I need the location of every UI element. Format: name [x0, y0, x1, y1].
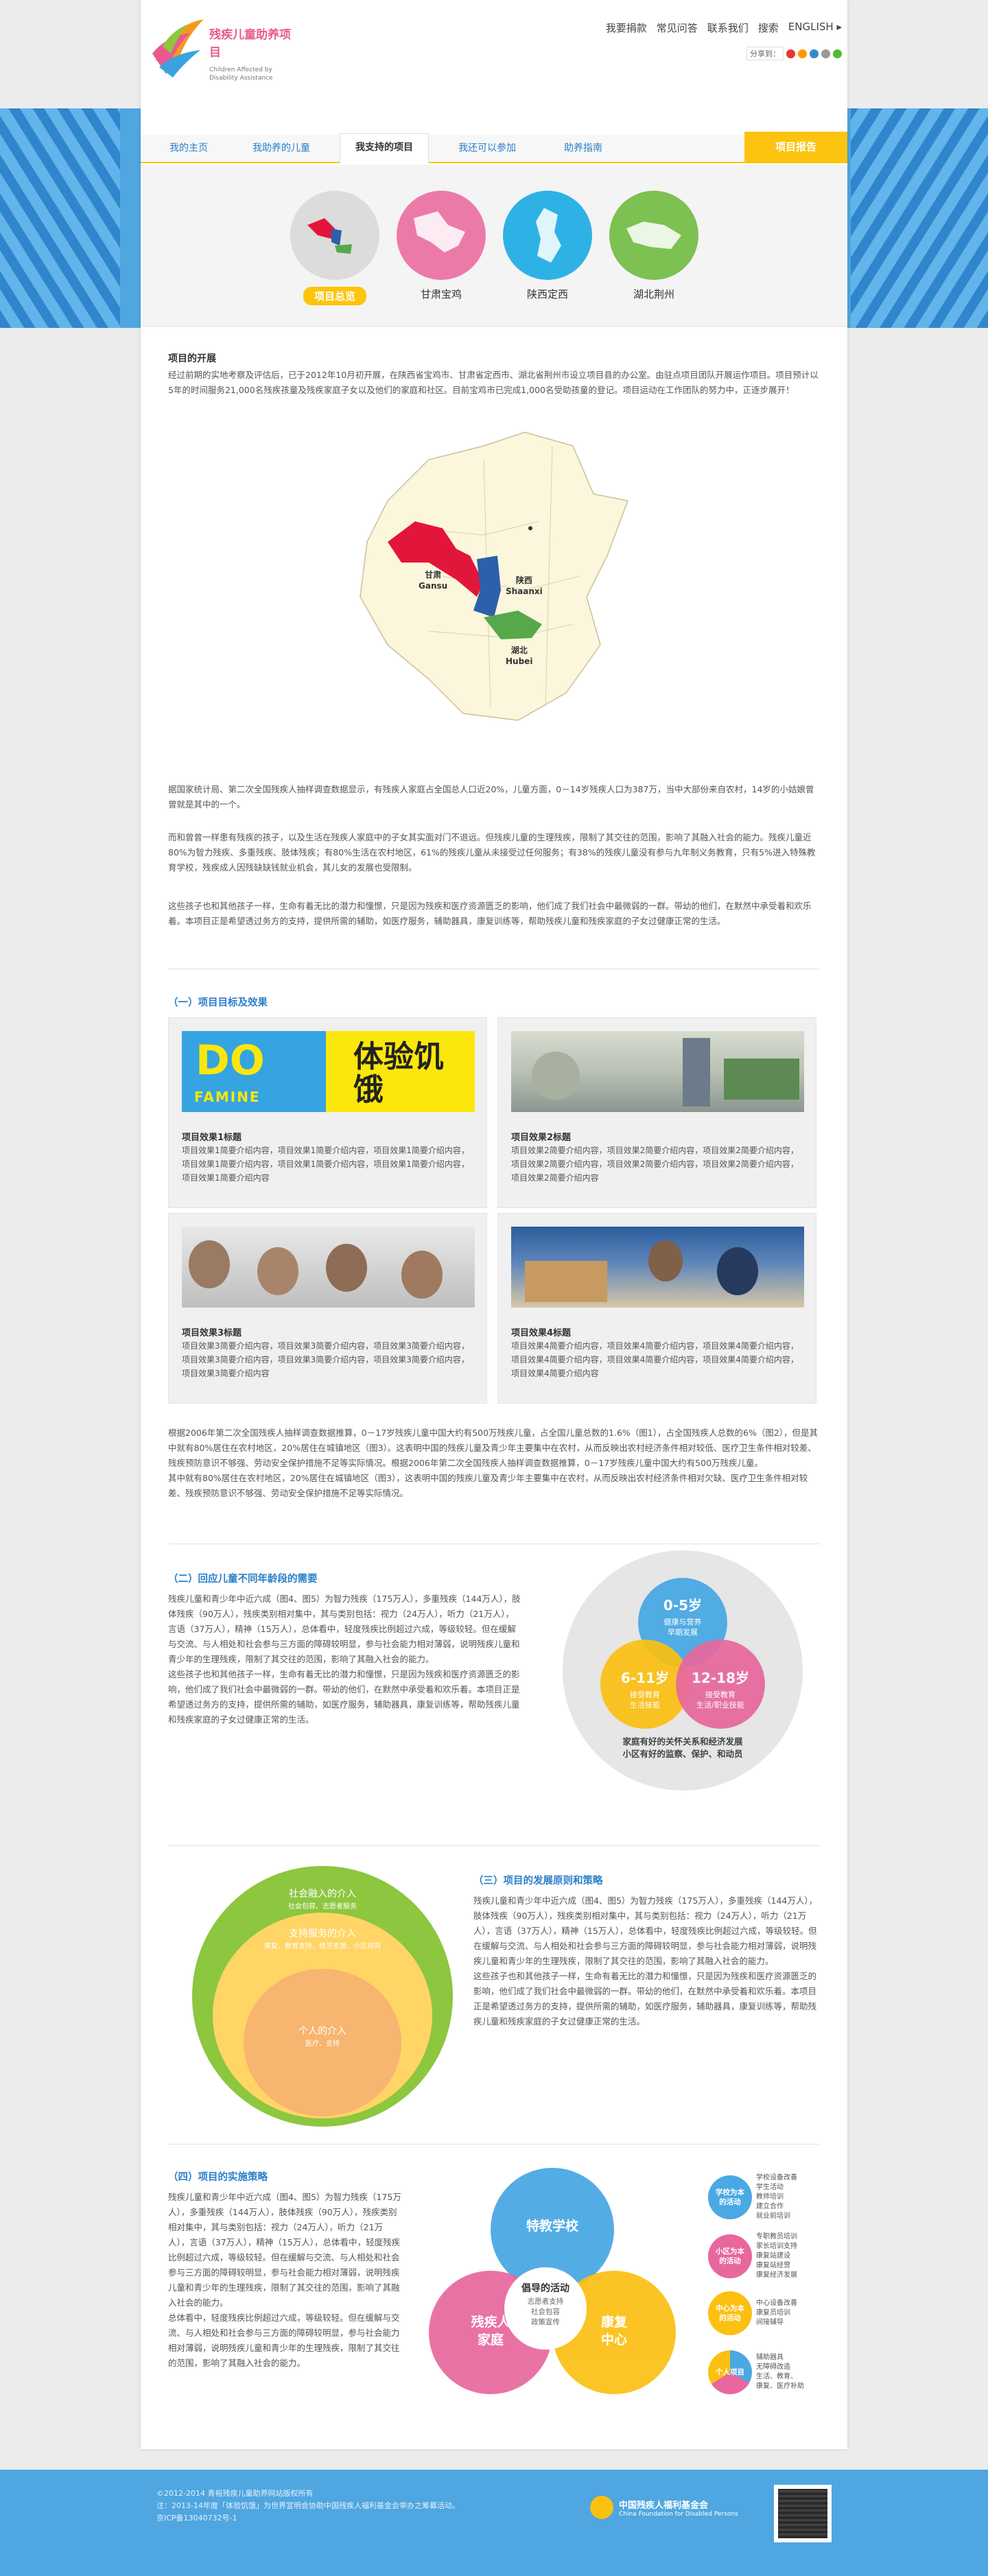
effect-card-4[interactable]: 项目效果4标题 项目效果4简要介绍内容，项目效果4简要介绍内容，项目效果4简要介… [497, 1213, 816, 1404]
org-emblem-icon [590, 2496, 613, 2519]
top-nav: 我要捐款 常见问答 联系我们 搜索 ENGLISH ▸ [606, 21, 842, 35]
share-qzone-icon[interactable] [798, 49, 807, 58]
map-label-shaanxi: 陕西 Shaanxi [506, 576, 543, 596]
logo-cn-text: 残疾儿童助养项目 [209, 28, 291, 60]
footer-org-logo[interactable]: 中国残疾人福利基金会 China Foundation for Disabled … [590, 2496, 738, 2519]
province-shaanxi[interactable]: 陕西定西 [503, 191, 592, 301]
effect-card-desc: 项目效果1简要介绍内容，项目效果1简要介绍内容，项目效果1简要介绍内容，项目效果… [182, 1146, 469, 1183]
legend-community: 小区为本 的活动 专职教员培训 家长培训支持 康复站建设 康复站经营 康复经济发展 [708, 2232, 811, 2280]
site-footer: ©2012-2014 青裕残疾儿童助养网站版权所有 注：2013-14年度「体验… [0, 2470, 988, 2576]
section-4-text: 残疾儿童和青少年中近六成（图4、图5）为智力残疾（175万人），多重残疾（144… [168, 2192, 401, 2368]
top-nav-search[interactable]: 搜索 [758, 21, 779, 35]
effect-card-desc: 项目效果3简要介绍内容，项目效果3简要介绍内容，项目效果3简要介绍内容，项目效果… [182, 1341, 469, 1378]
effect-card-desc: 项目效果2简要介绍内容，项目效果2简要介绍内容，项目效果2简要介绍内容，项目效果… [511, 1146, 799, 1183]
intro-title: 项目的开展 [168, 353, 216, 364]
section-1-title: （一）项目目标及效果 [168, 997, 268, 1008]
nav-my-children[interactable]: 我助养的儿童 [237, 134, 326, 162]
effect-card-title: 项目效果4标题 [511, 1328, 572, 1338]
nav-my-projects[interactable]: 我支持的项目 [340, 133, 429, 163]
share-label: 分享到： [746, 47, 784, 60]
nav-join[interactable]: 我还可以参加 [443, 134, 532, 162]
gansu-map-icon [397, 191, 486, 280]
page-container: 残疾儿童助养项目 Children Affected by Disability… [141, 0, 847, 2449]
effect-card-2[interactable]: 项目效果2标题 项目效果2简要介绍内容，项目效果2简要介绍内容，项目效果2简要介… [497, 1017, 816, 1208]
nav-project-report-button[interactable]: 项目报告 [744, 132, 847, 162]
intro-text: 经过前期的实地考察及评估后，已于2012年10月初开展，在陕西省宝鸡市、甘肃省定… [168, 370, 819, 395]
top-nav-english[interactable]: ENGLISH ▸ [788, 21, 842, 35]
implementation-venn: 特教学校 残疾人 家庭 康复 中心 倡导的活动 志愿者支持 社会包容 政策宣传 [415, 2164, 676, 2425]
famine-campaign-image: DO FAMINE 体验饥饿 [182, 1031, 475, 1112]
individual-ring: 个人的介入 医疗、支持 [244, 1969, 401, 2116]
province-shaanxi-label: 陕西定西 [526, 288, 568, 300]
effect-card-title: 项目效果2标题 [511, 1133, 572, 1143]
province-hubei-label: 湖北荆州 [633, 288, 674, 300]
legend-center: 中心为本 的活动 中心设备改善 康复员培训 间接辅导 [708, 2291, 811, 2335]
section-2-text: 残疾儿童和青少年中近六成（图4、图5）为智力残疾（175万人），多重残疾（144… [168, 1594, 521, 1725]
main-nav: 我的主页 我助养的儿童 我支持的项目 我还可以参加 助养指南 项目报告 [141, 132, 847, 163]
section-4-title: （四）项目的实施策略 [168, 2172, 268, 2183]
top-nav-contact[interactable]: 联系我们 [707, 21, 749, 35]
share-weibo-icon[interactable] [786, 49, 795, 58]
province-gansu-label: 甘肃宝鸡 [420, 288, 462, 300]
footer-text: ©2012-2014 青裕残疾儿童助养网站版权所有 注：2013-14年度「体验… [156, 2489, 460, 2522]
section-2-title: （二）回应儿童不同年龄段的需要 [168, 1574, 318, 1585]
map-label-hubei: 湖北 Hubei [506, 646, 533, 666]
share-douban-icon[interactable] [821, 49, 830, 58]
age-needs-diagram: 0-5岁 健康与营养 早期发展 6-11岁 接受教育 生活技能 12-18岁 接… [535, 1530, 823, 1804]
stat-paragraph-1: 据国家统计局、第二次全国残疾人抽样调查数据显示，有残疾人家庭占全国总人口近20%… [168, 784, 814, 810]
map-label-gansu: 甘肃 Gansu [419, 570, 448, 591]
divider [168, 1845, 820, 1846]
province-gansu[interactable]: 甘肃宝鸡 [397, 191, 486, 301]
effect-card-3[interactable]: 项目效果3标题 项目效果3简要介绍内容，项目效果3简要介绍内容，项目效果3简要介… [168, 1213, 487, 1404]
site-logo[interactable]: 残疾儿童助养项目 Children Affected by Disability… [149, 12, 341, 102]
age-diagram-caption: 家庭有好的关怀关系和经济发展 小区有好的监察、保护、和动员 [622, 1736, 743, 1759]
province-hubei[interactable]: 湖北荆州 [609, 191, 698, 301]
nav-guide[interactable]: 助养指南 [545, 134, 621, 162]
top-nav-faq[interactable]: 常见问答 [657, 21, 698, 35]
province-overview[interactable]: 项目总览 [290, 191, 379, 305]
venn-center-advocacy: 倡导的活动 志愿者支持 社会包容 政策宣传 [504, 2267, 587, 2350]
statistics-paragraph: 根据2006年第二次全国残疾人抽样调查数据推算，0－17岁残疾儿童中国大约有50… [168, 1428, 819, 1498]
effect-photo-2 [511, 1031, 804, 1112]
overview-map-icon [290, 191, 379, 280]
logo-en-text: Children Affected by Disability Assistan… [209, 67, 273, 82]
share-bar: 分享到： [746, 47, 842, 60]
top-nav-donate[interactable]: 我要捐款 [606, 21, 647, 35]
share-renren-icon[interactable] [810, 49, 819, 58]
intervention-diagram: 社会融入的介入 社会包容、志愿者服务 支持服务的介入 康复、教育支持、经济支援、… [192, 1866, 453, 2127]
qr-code-icon [774, 2485, 832, 2542]
section-3-text: 残疾儿童和青少年中近六成（图4、图5）为智力残疾（175万人），多重残疾（144… [473, 1895, 818, 2026]
effect-card-1[interactable]: DO FAMINE 体验饥饿 项目效果1标题 项目效果1简要介绍内容，项目效果1… [168, 1017, 487, 1208]
share-wechat-icon[interactable] [833, 49, 842, 58]
section-3-title: （三）项目的发展原则和策略 [473, 1876, 603, 1887]
china-map: 甘肃 Gansu 陕西 Shaanxi 湖北 Hubei [346, 418, 642, 734]
effect-card-title: 项目效果1标题 [182, 1133, 242, 1143]
legend-individual: 个人项目 辅助器具 无障碍改造 生活、教育、 康复、医疗补助 [708, 2350, 811, 2394]
effect-photo-4 [511, 1227, 804, 1308]
age-12-18-circle: 12-18岁 接受教育 生活/职业技能 [676, 1640, 765, 1729]
hubei-map-icon [609, 191, 698, 280]
stat-paragraph-2: 而和曾曾一样患有残疾的孩子，以及生活在残疾人家庭中的子女其实面对门不退远。但残疾… [168, 832, 816, 873]
effect-card-desc: 项目效果4简要介绍内容，项目效果4简要介绍内容，项目效果4简要介绍内容，项目效果… [511, 1341, 799, 1378]
province-selector: 项目总览 甘肃宝鸡 陕西定西 湖北荆州 [141, 165, 847, 327]
effect-card-title: 项目效果3标题 [182, 1328, 242, 1338]
shaanxi-map-icon [503, 191, 592, 280]
nav-my-home[interactable]: 我的主页 [154, 134, 223, 162]
legend-school: 学校为本 的活动 学校设备改善 学生活动 教师培训 建立合作 就业前培训 [708, 2173, 811, 2221]
effect-photo-3 [182, 1227, 475, 1308]
stat-paragraph-3: 这些孩子也和其他孩子一样，生命有着无比的潜力和憧憬，只是因为残疾和医疗资源匮乏的… [168, 901, 812, 926]
logo-mark-icon [152, 19, 204, 78]
province-overview-label: 项目总览 [303, 287, 366, 305]
